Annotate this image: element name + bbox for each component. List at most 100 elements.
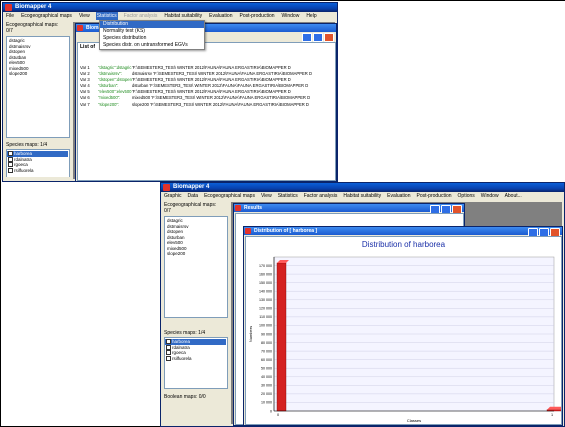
menu-post-production[interactable]: Post-production bbox=[416, 192, 453, 200]
top-child-window-controls bbox=[302, 33, 334, 42]
top-ecogeo-list: dstagric dstmaisrsv dstopen dstutban ele… bbox=[6, 36, 70, 138]
x-tick-label: 0 bbox=[277, 413, 279, 417]
menu-option-normality-test[interactable]: Normality test (KS) bbox=[100, 28, 204, 35]
maximize-button[interactable] bbox=[313, 33, 323, 42]
menu-post-production[interactable]: Post-production bbox=[238, 12, 275, 20]
menu-habitat-suitability[interactable]: Habitat suitability bbox=[342, 192, 382, 200]
results-title: Results bbox=[244, 205, 263, 211]
menu-ecogeographical-maps[interactable]: Ecogeographical maps bbox=[20, 12, 73, 20]
child-app-icon bbox=[77, 25, 83, 31]
y-tick-label: 0 bbox=[270, 409, 272, 413]
y-tick-label: 140 000 bbox=[259, 290, 272, 294]
top-title-bar: Biomapper 4 bbox=[3, 3, 337, 12]
menu-factor-analysis[interactable]: Factor analysis bbox=[303, 192, 339, 200]
boolean-maps-label: Boolean maps: 0/0 bbox=[164, 394, 206, 400]
checkbox[interactable] bbox=[8, 162, 13, 168]
menu-statistics[interactable]: Statistics bbox=[277, 192, 299, 200]
y-tick-label: 60 000 bbox=[261, 358, 272, 362]
menu-view[interactable]: View bbox=[78, 12, 91, 20]
menu-statistics[interactable]: Statistics bbox=[95, 12, 118, 20]
y-tick-label: 30 000 bbox=[261, 384, 272, 388]
y-tick-label: 120 000 bbox=[259, 307, 272, 311]
y-tick-label: 100 000 bbox=[259, 324, 272, 328]
bottom-species-label: Species maps: 1/4 bbox=[164, 330, 206, 336]
list-header: List of bbox=[80, 44, 95, 50]
bottom-ecogeo-label: Ecogeographical maps: 0/7 bbox=[164, 202, 217, 214]
menu-view[interactable]: View bbox=[260, 192, 273, 200]
top-child-content: List of Var 1 "dstagric":dstagric'F:\SEME… bbox=[77, 42, 336, 181]
menu-factor-analysis[interactable]: Factor analysis bbox=[123, 12, 159, 20]
menu-option-species-distribution[interactable]: Species distribution bbox=[100, 35, 204, 42]
checkbox-checked[interactable] bbox=[8, 151, 13, 157]
distribution-chart: 0 10 000 20 000 30 000 40 000 50 000 60 000 70 … bbox=[248, 256, 561, 423]
y-tick-label: 80 000 bbox=[261, 341, 272, 345]
y-tick-label: 170 000 bbox=[259, 264, 272, 268]
menu-about[interactable]: About... bbox=[504, 192, 523, 200]
app-icon bbox=[163, 184, 170, 191]
menu-help[interactable]: Help bbox=[305, 12, 317, 20]
top-menubar: File Ecogeographical maps View Statistic… bbox=[3, 12, 337, 20]
top-ecogeo-panel: Ecogeographical maps: 0/7 dstagric dstma… bbox=[5, 22, 71, 177]
distribution-window: Distribution of [ harborea ] Distributio… bbox=[243, 226, 563, 426]
menu-evaluation[interactable]: Evaluation bbox=[208, 12, 233, 20]
frame-top-line bbox=[0, 0, 565, 1]
menu-options[interactable]: Options bbox=[457, 192, 476, 200]
bottom-title-bar: Biomapper 4 bbox=[161, 183, 564, 192]
x-tick-label: 1 bbox=[551, 413, 553, 417]
menu-window[interactable]: Window bbox=[480, 192, 500, 200]
checkbox[interactable] bbox=[166, 355, 171, 361]
x-axis-title: Classes bbox=[407, 418, 421, 423]
top-ecogeo-item[interactable]: slope200 bbox=[8, 71, 31, 77]
menu-window[interactable]: Window bbox=[281, 12, 301, 20]
close-button[interactable] bbox=[324, 33, 334, 42]
distribution-title-bar: Distribution of [ harborea ] bbox=[244, 227, 562, 235]
frame-left-line bbox=[0, 0, 1, 427]
bottom-app-window: Biomapper 4 Graphic Data Ecogeographical… bbox=[160, 182, 565, 427]
results-icon bbox=[235, 205, 241, 211]
y-tick-label: 50 000 bbox=[261, 367, 272, 371]
checkbox-checked[interactable] bbox=[166, 339, 171, 345]
chart-window-icon bbox=[245, 228, 251, 234]
statistics-dropdown: Distribution Normality test (KS) Species… bbox=[99, 20, 205, 50]
menu-data[interactable]: Data bbox=[187, 192, 200, 200]
chart-title: Distribution of harborea bbox=[361, 240, 446, 249]
bottom-menubar: Graphic Data Ecogeographical maps View S… bbox=[161, 192, 564, 200]
menu-graphic[interactable]: Graphic bbox=[163, 192, 183, 200]
chart-panel: Distribution of harborea 0 10 000 20 000 30… bbox=[245, 236, 562, 425]
minimize-button[interactable] bbox=[302, 33, 312, 42]
top-window-title: Biomapper 4 bbox=[15, 4, 52, 10]
y-tick-label: 70 000 bbox=[261, 349, 272, 353]
y-tick-label: 150 000 bbox=[259, 281, 272, 285]
app-icon bbox=[5, 4, 12, 11]
var-row[interactable]: Var 7 "slope200": slope200 'F:\SEMESTER3_T… bbox=[80, 102, 312, 108]
bar bbox=[276, 262, 287, 412]
checkbox[interactable] bbox=[166, 350, 171, 356]
menu-option-distribution[interactable]: Distribution bbox=[100, 21, 204, 28]
bottom-ecogeo-item[interactable]: slope200 bbox=[166, 251, 189, 257]
y-axis-title: Numbers bbox=[248, 326, 253, 342]
y-tick-label: 20 000 bbox=[261, 392, 272, 396]
top-app-window: Biomapper 4 File Ecogeographical maps Vi… bbox=[2, 2, 338, 182]
menu-ecogeographical-maps[interactable]: Ecogeographical maps bbox=[203, 192, 256, 200]
y-tick-label: 40 000 bbox=[261, 375, 272, 379]
var-rows: Var 1 "dstagric":dstagric'F:\SEMESTER3_TE… bbox=[80, 65, 312, 108]
menu-habitat-suitability[interactable]: Habitat suitability bbox=[163, 12, 203, 20]
checkbox[interactable] bbox=[8, 167, 13, 173]
bottom-window-title: Biomapper 4 bbox=[173, 184, 210, 190]
bottom-species-list: harborea rdalnatra rgoeca rsilfuorela bbox=[164, 337, 228, 389]
y-tick-label: 130 000 bbox=[259, 298, 272, 302]
y-tick-label: 160 000 bbox=[259, 272, 272, 276]
bottom-species-item[interactable]: rsilfuorela bbox=[165, 356, 226, 362]
top-ecogeo-label: Ecogeographical maps: 0/7 bbox=[6, 22, 59, 34]
y-tick-label: 90 000 bbox=[261, 332, 272, 336]
y-tick-label: 10 000 bbox=[261, 401, 272, 405]
bottom-ecogeo-list: dstagric dstmaisrsv dstopen dsturban ele… bbox=[164, 216, 228, 318]
menu-option-species-distr-untransformed[interactable]: Species distr. on untransformed EGVs bbox=[100, 42, 204, 49]
top-species-label: Species maps: 1/4 bbox=[6, 142, 48, 148]
bottom-left-panel: Ecogeographical maps: 0/7 dstagric dstma… bbox=[163, 202, 229, 424]
distribution-title: Distribution of [ harborea ] bbox=[254, 228, 318, 234]
top-species-item[interactable]: rsilfuorela bbox=[7, 168, 68, 174]
y-tick-label: 110 000 bbox=[259, 315, 272, 319]
menu-file[interactable]: File bbox=[5, 12, 15, 20]
menu-evaluation[interactable]: Evaluation bbox=[386, 192, 411, 200]
